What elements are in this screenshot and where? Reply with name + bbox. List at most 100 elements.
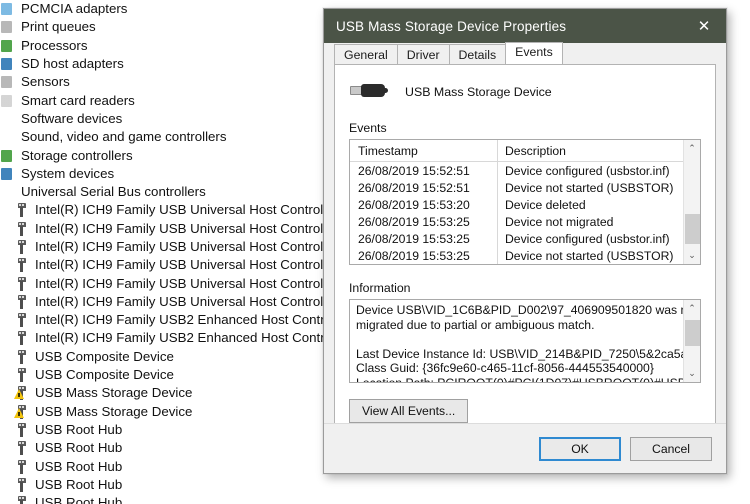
device-manager-tree[interactable]: PCMCIA adapters Print queues Processors SD … [0, 0, 330, 504]
tree-item-label: PCMCIA adapters [21, 1, 128, 17]
tab-events[interactable]: Events [505, 42, 563, 64]
event-description: Device configured (usbstor.inf) [505, 231, 670, 246]
usb-device-icon [14, 495, 30, 504]
tree-item[interactable]: USB Composite Device [0, 366, 330, 384]
tree-item[interactable]: USB Root Hub [0, 439, 330, 457]
tree-item[interactable]: Processors [0, 37, 330, 55]
tree-item-label: USB Root Hub [35, 476, 123, 492]
tree-item[interactable]: USB Root Hub [0, 494, 330, 504]
tab-details[interactable]: Details [448, 44, 507, 64]
events-table-row[interactable]: 26/08/2019 15:53:25 Device configured (us… [350, 230, 683, 247]
tree-item-label: USB Root Hub [35, 440, 123, 456]
information-scrollbar[interactable]: ⌃ ⌄ [683, 300, 700, 382]
column-header[interactable]: Description [497, 144, 683, 158]
usb-device-icon [14, 202, 30, 218]
usb-device-icon [14, 257, 30, 273]
tree-item-label: Smart card readers [21, 92, 135, 108]
tree-item[interactable]: PCMCIA adapters [0, 0, 330, 18]
tree-item[interactable]: Intel(R) ICH9 Family USB2 Enhanced Host … [0, 329, 330, 347]
usb-plug-icon [349, 79, 389, 105]
tree-item[interactable]: Intel(R) ICH9 Family USB Universal Host … [0, 238, 330, 256]
tree-item[interactable]: Intel(R) ICH9 Family USB Universal Host … [0, 220, 330, 238]
ok-button[interactable]: OK [539, 436, 621, 461]
tree-item[interactable]: SD host adapters [0, 55, 330, 73]
events-table-row[interactable]: 26/08/2019 15:52:51 Device not started (U… [350, 179, 683, 196]
scroll-down-icon[interactable]: ⌄ [684, 365, 700, 382]
dialog-footer: OK Cancel [324, 423, 726, 473]
tree-item[interactable]: Intel(R) ICH9 Family USB Universal Host … [0, 256, 330, 274]
tree-item-label: System devices [21, 165, 115, 181]
events-table-row[interactable]: 26/08/2019 15:53:25 Device not started (U… [350, 247, 683, 264]
events-table-row[interactable]: 26/08/2019 15:53:20 Device deleted [350, 196, 683, 213]
tree-item-label: USB Composite Device [35, 367, 174, 383]
tree-item-label: Intel(R) ICH9 Family USB Universal Host … [35, 202, 330, 218]
column-header[interactable]: Timestamp [350, 144, 497, 158]
tree-item[interactable]: Sensors [0, 73, 330, 91]
tree-item-label: Intel(R) ICH9 Family USB Universal Host … [35, 220, 330, 236]
tree-item[interactable]: Universal Serial Bus controllers [0, 183, 330, 201]
events-list-scrollbar[interactable]: ⌃ ⌄ [683, 140, 700, 264]
category-icon [0, 38, 16, 54]
tree-item-label: Processors [21, 37, 88, 53]
category-icon [0, 148, 16, 164]
cancel-button[interactable]: Cancel [630, 436, 712, 461]
dialog-title: USB Mass Storage Device Properties [336, 18, 567, 34]
usb-device-icon [14, 367, 30, 383]
tab-general[interactable]: General [334, 44, 398, 64]
usb-device-icon [14, 276, 30, 292]
tree-item-spacer [0, 129, 16, 145]
usb-device-icon [14, 477, 30, 493]
scroll-up-icon[interactable]: ⌃ [684, 140, 700, 157]
dialog-titlebar[interactable]: USB Mass Storage Device Properties ✕ [324, 9, 726, 43]
information-scrollbar-thumb[interactable] [685, 320, 700, 346]
tree-item[interactable]: Sound, video and game controllers [0, 128, 330, 146]
tree-item[interactable]: Intel(R) ICH9 Family USB Universal Host … [0, 293, 330, 311]
usb-device-icon [14, 422, 30, 438]
tree-item[interactable]: Print queues [0, 18, 330, 36]
view-all-events-button[interactable]: View All Events... [349, 399, 469, 423]
events-scrollbar-thumb[interactable] [685, 214, 700, 244]
tree-item[interactable]: USB Mass Storage Device [0, 403, 330, 421]
event-timestamp: 26/08/2019 15:52:51 [358, 180, 470, 195]
usb-device-icon [14, 221, 30, 237]
tree-item-label: USB Composite Device [35, 348, 174, 364]
tree-item-label: USB Root Hub [35, 495, 123, 504]
close-icon[interactable]: ✕ [682, 9, 726, 43]
tree-item-label: Storage controllers [21, 147, 133, 163]
usb-device-icon [14, 459, 30, 475]
tree-item[interactable]: Storage controllers [0, 146, 330, 164]
tree-item[interactable]: Smart card readers [0, 91, 330, 109]
scroll-down-icon[interactable]: ⌄ [684, 247, 700, 264]
tree-item[interactable]: USB Root Hub [0, 476, 330, 494]
events-table-row[interactable]: 26/08/2019 15:53:25 Device not migrated [350, 213, 683, 230]
events-list[interactable]: Timestamp Description 26/08/2019 15:52:51 D… [349, 139, 701, 265]
event-timestamp: 26/08/2019 15:53:25 [358, 248, 470, 263]
tree-item-label: USB Mass Storage Device [35, 385, 193, 401]
tree-item[interactable]: Intel(R) ICH9 Family USB Universal Host … [0, 274, 330, 292]
tree-item-label: USB Root Hub [35, 421, 123, 437]
tree-item-spacer [0, 184, 16, 200]
scroll-up-icon[interactable]: ⌃ [684, 300, 700, 317]
usb-mass-storage-device-properties-dialog: USB Mass Storage Device Properties ✕ Gen… [323, 8, 727, 474]
tree-item[interactable]: Software devices [0, 110, 330, 128]
tree-item-label: USB Mass Storage Device [35, 403, 193, 419]
tab-driver[interactable]: Driver [396, 44, 450, 64]
tree-item[interactable]: USB Mass Storage Device [0, 384, 330, 402]
tree-item-label: Intel(R) ICH9 Family USB Universal Host … [35, 293, 330, 309]
event-description: Device not started (USBSTOR) [505, 180, 674, 195]
tree-item[interactable]: USB Root Hub [0, 421, 330, 439]
events-table-row[interactable]: 26/08/2019 15:52:51 Device configured (us… [350, 162, 683, 179]
events-table-header: Timestamp Description [350, 140, 683, 162]
event-description: Device configured (usbstor.inf) [505, 163, 670, 178]
tree-item[interactable]: System devices [0, 165, 330, 183]
tree-item[interactable]: Intel(R) ICH9 Family USB Universal Host … [0, 201, 330, 219]
tree-item[interactable]: USB Composite Device [0, 348, 330, 366]
device-name-label: USB Mass Storage Device [405, 85, 552, 99]
usb-device-icon [14, 294, 30, 310]
tree-item-label: SD host adapters [21, 56, 124, 72]
tree-item[interactable]: USB Root Hub [0, 457, 330, 475]
usb-device-icon [14, 385, 30, 401]
events-section-label: Events [349, 121, 387, 135]
information-box[interactable]: Device USB\VID_1C6B&PID_D002\97_40690950… [349, 299, 701, 383]
tree-item[interactable]: Intel(R) ICH9 Family USB2 Enhanced Host … [0, 311, 330, 329]
